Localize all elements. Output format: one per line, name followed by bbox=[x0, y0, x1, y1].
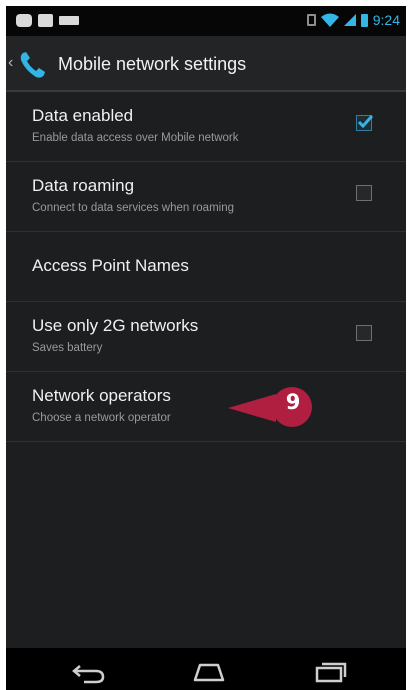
keyboard-icon bbox=[59, 16, 79, 25]
setting-title: Data roaming bbox=[32, 176, 135, 195]
navigation-bar bbox=[6, 648, 406, 690]
setting-network-operators[interactable]: Network operators Choose a network opera… bbox=[6, 372, 406, 442]
chat-icon bbox=[16, 14, 32, 27]
notification-icons bbox=[16, 14, 79, 27]
phone-screen: 9:24 ‹ Mobile network settings Data enab… bbox=[6, 6, 406, 690]
step-callout: 9 bbox=[226, 382, 312, 432]
setting-data-roaming[interactable]: Data roaming Connect to data services wh… bbox=[6, 162, 406, 232]
setting-data-enabled[interactable]: Data enabled Enable data access over Mob… bbox=[6, 92, 406, 162]
home-icon[interactable] bbox=[189, 658, 229, 686]
setting-access-point-names[interactable]: Access Point Names bbox=[6, 232, 406, 302]
setting-summary: Saves battery bbox=[32, 342, 103, 354]
setting-summary: Choose a network operator bbox=[32, 412, 171, 424]
setting-title: Data enabled bbox=[32, 106, 134, 125]
setting-summary: Connect to data services when roaming bbox=[32, 202, 234, 214]
data-enabled-checkbox[interactable] bbox=[356, 114, 374, 131]
system-icons: 9:24 bbox=[306, 12, 400, 28]
wifi-icon bbox=[320, 13, 339, 27]
status-time: 9:24 bbox=[372, 12, 400, 28]
setting-summary: Enable data access over Mobile network bbox=[32, 132, 239, 144]
setting-title: Network operators bbox=[32, 386, 171, 405]
recent-apps-icon[interactable] bbox=[311, 658, 351, 686]
status-bar: 9:24 bbox=[6, 6, 406, 36]
notification-icon bbox=[38, 14, 53, 27]
checkmark-icon bbox=[357, 114, 374, 129]
setting-title: Access Point Names bbox=[32, 256, 189, 275]
back-icon[interactable] bbox=[70, 658, 110, 686]
battery-icon bbox=[360, 13, 368, 27]
up-navigation-icon[interactable]: ‹ bbox=[8, 54, 13, 72]
data-roaming-checkbox[interactable] bbox=[356, 185, 372, 201]
setting-title: Use only 2G networks bbox=[32, 316, 199, 335]
use-only-2g-checkbox[interactable] bbox=[356, 325, 372, 341]
phone-icon[interactable] bbox=[18, 50, 52, 80]
action-bar: ‹ Mobile network settings bbox=[6, 36, 406, 92]
setting-use-only-2g[interactable]: Use only 2G networks Saves battery bbox=[6, 302, 406, 372]
vibrate-icon bbox=[306, 14, 316, 26]
page-title: Mobile network settings bbox=[58, 54, 247, 74]
signal-icon bbox=[343, 14, 356, 26]
callout-number: 9 bbox=[285, 390, 301, 414]
settings-list: Data enabled Enable data access over Mob… bbox=[6, 92, 406, 442]
